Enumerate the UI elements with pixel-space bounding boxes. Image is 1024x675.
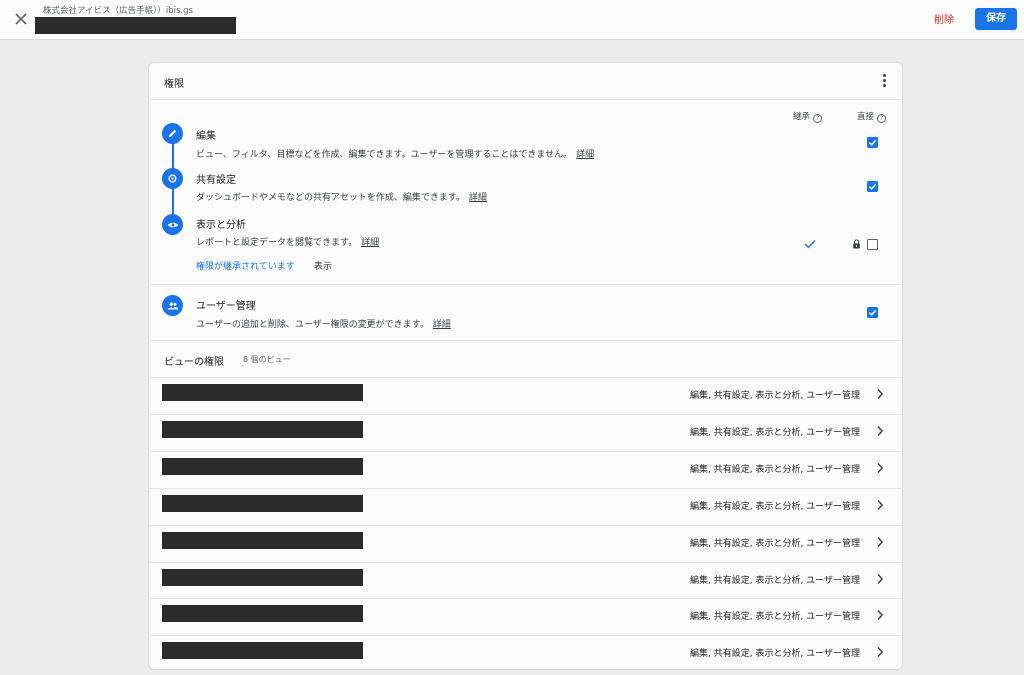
section-divider <box>149 284 902 285</box>
direct-checkbox-edit[interactable] <box>867 137 878 148</box>
delete-button[interactable]: 削除 <box>934 11 954 26</box>
card-header: 権限 <box>149 63 902 100</box>
column-header-direct: 直接? <box>857 110 887 123</box>
direct-checkbox-users[interactable] <box>867 307 878 318</box>
permission-title-edit: 編集 <box>196 131 216 142</box>
direct-checkbox-share[interactable] <box>867 181 878 192</box>
breadcrumb: 株式会社アイビス（広告手帳））ibis.gs <box>43 6 193 16</box>
permission-desc-share: ダッシュボードやメモなどの共有アセットを作成、編集できます。 詳細 <box>196 193 487 203</box>
view-row[interactable]: 編集, 共有設定, 表示と分析, ユーザー管理 <box>149 561 902 599</box>
chevron-right-icon[interactable] <box>876 573 884 585</box>
show-inherited-button[interactable]: 表示 <box>314 259 332 272</box>
check-icon <box>868 183 877 190</box>
view-row[interactable]: 編集, 共有設定, 表示と分析, ユーザー管理 <box>149 524 902 562</box>
view-permissions-summary: 編集, 共有設定, 表示と分析, ユーザー管理 <box>690 427 860 438</box>
redacted-view-name <box>162 531 363 549</box>
detail-link-users[interactable]: 詳細 <box>433 320 451 330</box>
view-row[interactable]: 編集, 共有設定, 表示と分析, ユーザー管理 <box>149 598 902 635</box>
permission-desc-view: レポートと設定データを閲覧できます。 詳細 <box>196 238 380 248</box>
share-icon <box>168 174 177 183</box>
view-row[interactable]: 編集, 共有設定, 表示と分析, ユーザー管理 <box>149 635 902 669</box>
people-icon <box>167 302 178 309</box>
check-icon <box>868 139 877 146</box>
view-permissions-summary: 編集, 共有設定, 表示と分析, ユーザー管理 <box>690 464 860 475</box>
redacted-view-name <box>162 457 363 475</box>
redacted-view-name <box>162 642 363 660</box>
section-divider <box>149 340 902 341</box>
redacted-view-name <box>162 494 363 512</box>
permission-title-share: 共有設定 <box>196 175 236 186</box>
view-row[interactable]: 編集, 共有設定, 表示と分析, ユーザー管理 <box>149 377 902 414</box>
direct-checkbox-view[interactable] <box>867 239 878 250</box>
more-vert-icon <box>882 74 886 77</box>
chevron-right-icon[interactable] <box>876 499 884 511</box>
permission-desc-edit: ビュー、フィルタ、目標などを作成、編集できます。ユーザーを管理することはできませ… <box>196 150 595 160</box>
redacted-view-name <box>162 605 363 623</box>
more-vert-icon <box>882 84 886 87</box>
permissions-card: 権限 継承? 直接? 編集 ビュー、フィルタ、目標などを作成、編集できます。ユー… <box>148 62 903 670</box>
close-icon <box>15 13 27 25</box>
more-vert-icon <box>882 79 886 82</box>
share-step <box>162 168 183 189</box>
permission-desc-users: ユーザーの追加と削除、ユーザー権限の変更ができます。 詳細 <box>196 320 451 330</box>
redacted-user-name <box>35 17 236 34</box>
check-icon <box>868 309 877 316</box>
chevron-right-icon[interactable] <box>876 388 884 400</box>
detail-link-edit[interactable]: 詳細 <box>576 150 594 160</box>
view-row[interactable]: 編集, 共有設定, 表示と分析, ユーザー管理 <box>149 450 902 488</box>
view-row[interactable]: 編集, 共有設定, 表示と分析, ユーザー管理 <box>149 413 902 451</box>
redacted-view-name <box>162 384 363 401</box>
chevron-right-icon[interactable] <box>876 536 884 548</box>
save-button[interactable]: 保存 <box>975 8 1017 30</box>
top-bar: 株式会社アイビス（広告手帳））ibis.gs 削除 保存 <box>0 0 1024 40</box>
help-icon[interactable]: ? <box>813 114 823 123</box>
views-count: 8 個のビュー <box>243 355 291 364</box>
detail-link-share[interactable]: 詳細 <box>469 193 487 203</box>
view-permissions-summary: 編集, 共有設定, 表示と分析, ユーザー管理 <box>690 649 860 660</box>
inherited-check-icon <box>804 240 816 249</box>
view-permissions-summary: 編集, 共有設定, 表示と分析, ユーザー管理 <box>690 501 860 512</box>
chevron-right-icon[interactable] <box>876 462 884 474</box>
eye-icon <box>167 222 178 227</box>
edit-step <box>162 123 183 144</box>
permission-title-users: ユーザー管理 <box>196 301 256 312</box>
users-step <box>162 295 183 316</box>
views-section-title: ビューの権限 <box>164 357 224 368</box>
column-header-inherited: 継承? <box>793 110 823 123</box>
view-row[interactable]: 編集, 共有設定, 表示と分析, ユーザー管理 <box>149 487 902 525</box>
card-title: 権限 <box>164 79 184 90</box>
view-permissions-summary: 編集, 共有設定, 表示と分析, ユーザー管理 <box>690 575 860 586</box>
chevron-right-icon[interactable] <box>876 609 884 621</box>
redacted-view-name <box>162 568 363 586</box>
chevron-right-icon[interactable] <box>876 646 884 658</box>
view-permissions-summary: 編集, 共有設定, 表示と分析, ユーザー管理 <box>690 538 860 549</box>
view-step <box>162 214 183 235</box>
help-icon[interactable]: ? <box>877 114 887 123</box>
redacted-view-name <box>162 420 363 438</box>
more-menu-button[interactable] <box>880 73 888 89</box>
view-permissions-summary: 編集, 共有設定, 表示と分析, ユーザー管理 <box>690 612 860 623</box>
detail-link-view[interactable]: 詳細 <box>361 238 379 248</box>
pencil-icon <box>168 129 177 138</box>
lock-icon <box>853 239 860 249</box>
permission-title-view: 表示と分析 <box>196 220 246 231</box>
inherited-permissions-link[interactable]: 権限が継承されています <box>196 259 295 272</box>
chevron-right-icon[interactable] <box>876 425 884 437</box>
view-permissions-summary: 編集, 共有設定, 表示と分析, ユーザー管理 <box>690 391 860 401</box>
close-button[interactable] <box>12 10 30 28</box>
